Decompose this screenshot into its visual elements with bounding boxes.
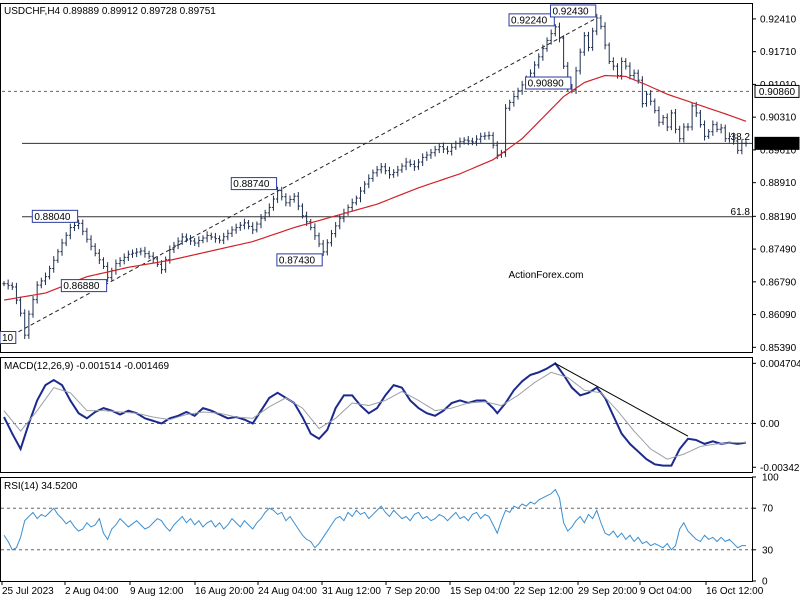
x-axis-tick-label: 15 Sep 04:00 — [450, 586, 510, 597]
price-annotation: 0.88040 — [31, 209, 79, 223]
price-annotation: 0.87430 — [276, 253, 323, 267]
x-axis-tick-label: 24 Aug 04:00 — [258, 586, 317, 597]
x-axis-tick-label: 9 Oct 04:00 — [640, 586, 692, 597]
background — [0, 0, 800, 600]
chart-svg: ActionForex.com USDCHF,H4 0.89889 0.89912… — [0, 0, 800, 600]
price-annotation: 0.90890 — [525, 76, 572, 90]
x-axis-tick-label: 7 Sep 20:00 — [386, 586, 440, 597]
price-y-tick-label: 0.86790 — [760, 277, 797, 288]
x-axis-tick-label: 2 Aug 04:00 — [65, 586, 119, 597]
forex-chart: ActionForex.com USDCHF,H4 0.89889 0.89912… — [0, 0, 800, 600]
annotation-text: 10 — [2, 333, 14, 344]
macd-y-tick-label: 0.00 — [760, 419, 780, 430]
price-annotation: 0.92240 — [508, 13, 555, 27]
annotation-text: 0.88740 — [233, 179, 270, 190]
fib-label-61.8: 61.8 — [731, 207, 751, 218]
macd-title: MACD(12,26,9) -0.001514 -0.001469 — [4, 361, 170, 372]
price-annotation: 0.86880 — [60, 279, 108, 293]
price-annotation: 10 — [0, 330, 17, 344]
x-axis-tick-label: 31 Aug 12:00 — [322, 586, 381, 597]
price-label-0.89751: 0.89751 — [754, 136, 800, 150]
price-annotation: 0.88740 — [230, 177, 278, 191]
annotation-text: 0.92240 — [511, 15, 548, 26]
price-label-0.90860: 0.90860 — [754, 84, 800, 98]
price-y-tick-label: 0.85390 — [760, 343, 797, 354]
symbol-header: USDCHF,H4 0.89889 0.89912 0.89728 0.8975… — [4, 6, 216, 17]
price-y-tick-label: 0.88910 — [760, 178, 797, 189]
price-y-tick-label: 0.87490 — [760, 245, 797, 256]
x-axis-tick-label: 9 Aug 12:00 — [130, 586, 184, 597]
x-axis-tick-label: 16 Aug 20:00 — [195, 586, 254, 597]
annotation-text: 0.87430 — [279, 255, 316, 266]
annotation-text: 0.86880 — [63, 281, 100, 292]
price-y-tick-label: 0.92410 — [760, 14, 797, 25]
price-y-tick-label: 0.88190 — [760, 212, 797, 223]
price-label-text: 0.89751 — [759, 139, 796, 150]
x-axis-tick-label: 25 Jul 2023 — [2, 586, 54, 597]
rsi-y-tick-label: 100 — [762, 473, 779, 484]
annotation-text: 0.88040 — [34, 212, 71, 223]
annotation-text: 0.92430 — [552, 6, 589, 17]
price-label-text: 0.90860 — [759, 87, 796, 98]
price-y-tick-label: 0.86090 — [760, 310, 797, 321]
rsi-y-tick-label: 30 — [762, 545, 774, 556]
watermark-text: ActionForex.com — [508, 270, 583, 281]
macd-y-tick-label: 0.004704 — [760, 359, 800, 370]
price-y-tick-label: 0.91710 — [760, 47, 797, 58]
price-annotation: 0.92430 — [549, 4, 597, 18]
x-axis-tick-label: 16 Oct 12:00 — [706, 586, 764, 597]
x-axis-tick-label: 22 Sep 12:00 — [514, 586, 574, 597]
rsi-y-tick-label: 70 — [762, 504, 774, 515]
rsi-title: RSI(14) 34.5200 — [4, 481, 78, 492]
x-axis-tick-label: 29 Sep 20:00 — [578, 586, 638, 597]
annotation-text: 0.90890 — [528, 79, 565, 90]
price-y-tick-label: 0.90310 — [760, 113, 797, 124]
